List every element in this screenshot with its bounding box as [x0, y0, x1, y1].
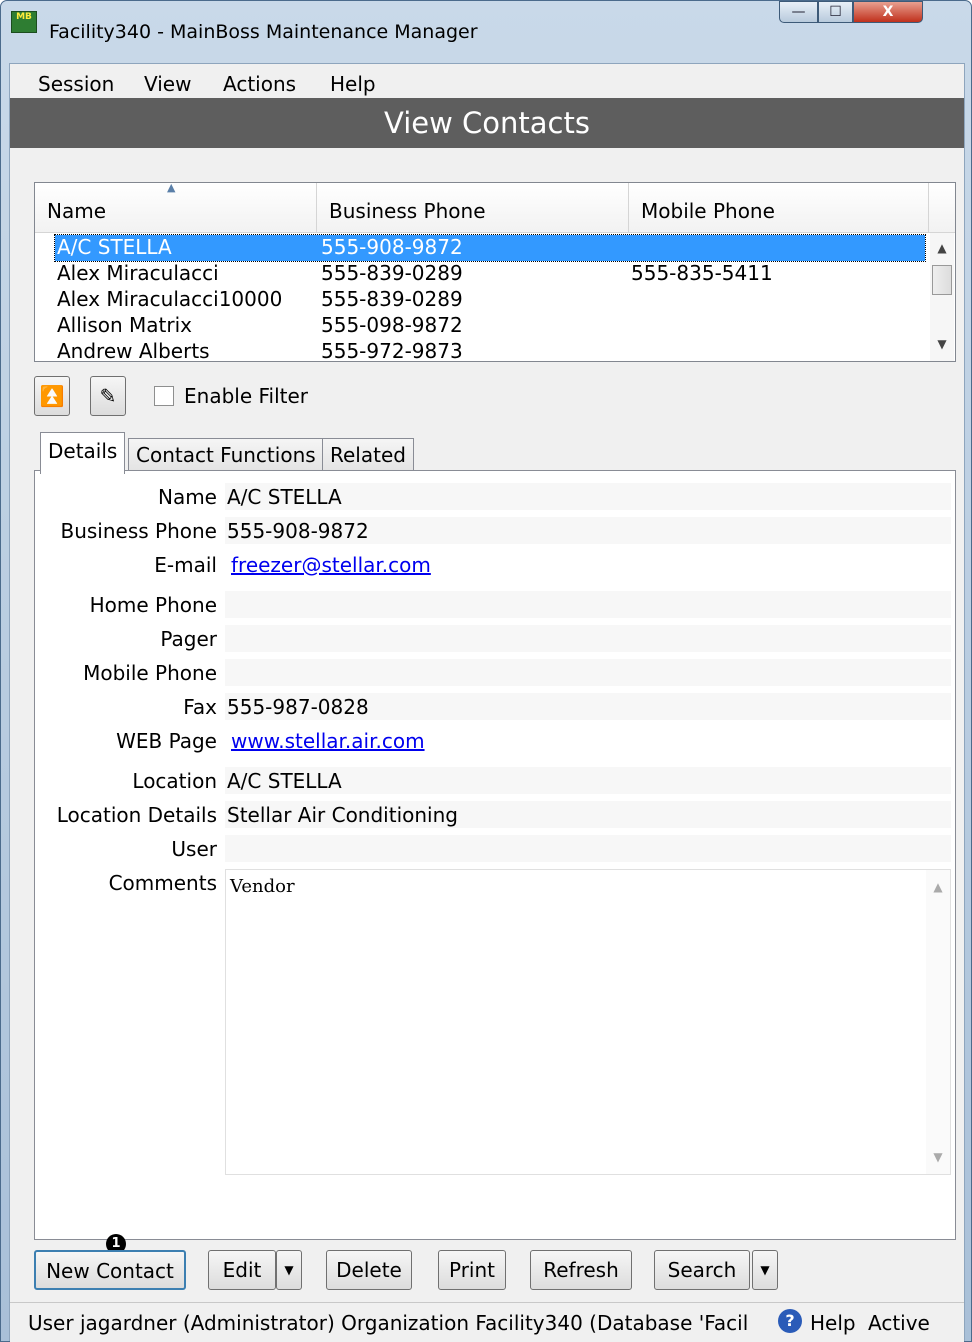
- cell-name: Andrew Alberts: [57, 339, 210, 361]
- web-page-label: WEB Page: [116, 729, 217, 753]
- tab-contact-functions[interactable]: Contact Functions: [128, 438, 324, 472]
- pencil-icon: ✎: [99, 384, 117, 408]
- cell-business-phone: 555-098-9872: [321, 313, 463, 337]
- cell-business-phone: 555-839-0289: [321, 261, 463, 285]
- cell-mobile-phone: 555-835-5411: [631, 261, 773, 285]
- enable-filter-checkbox[interactable]: [154, 386, 174, 406]
- business-phone-field[interactable]: 555-908-9872: [225, 517, 951, 545]
- help-icon[interactable]: ?: [778, 1309, 802, 1333]
- refresh-button[interactable]: Refresh: [530, 1250, 632, 1290]
- scroll-up-arrow-icon[interactable]: ▲: [926, 880, 950, 894]
- table-row[interactable]: A/C STELLA 555-908-9872: [54, 234, 926, 262]
- table-row[interactable]: Allison Matrix 555-098-9872: [55, 313, 925, 339]
- column-header-mobile-phone[interactable]: Mobile Phone: [629, 183, 929, 233]
- menu-actions[interactable]: Actions: [223, 72, 296, 96]
- mobile-phone-label: Mobile Phone: [83, 661, 217, 685]
- cell-business-phone: 555-908-9872: [321, 235, 463, 259]
- chevron-down-icon: ▼: [760, 1263, 770, 1277]
- chevron-down-icon: ▼: [284, 1263, 294, 1277]
- user-label: User: [171, 837, 217, 861]
- double-up-arrow-icon: ⏫: [39, 384, 65, 408]
- web-page-field: www.stellar.air.com: [225, 727, 951, 755]
- list-scrollbar[interactable]: ▲ ▼: [930, 233, 954, 361]
- table-row[interactable]: Andrew Alberts 555-972-9873: [55, 339, 925, 361]
- mobile-phone-field[interactable]: [225, 659, 951, 687]
- close-button[interactable]: X: [853, 1, 923, 23]
- enable-filter-label: Enable Filter: [184, 384, 309, 408]
- collapse-up-button[interactable]: ⏫: [34, 376, 70, 416]
- name-label: Name: [157, 485, 217, 509]
- detail-tabs: Details Contact Functions Related: [34, 432, 954, 474]
- menu-bar: Session View Actions Help: [10, 64, 964, 98]
- sort-ascending-icon: ▲: [167, 181, 176, 194]
- location-field[interactable]: A/C STELLA: [225, 767, 951, 795]
- pager-field[interactable]: [225, 625, 951, 653]
- comments-textarea[interactable]: Vendor ▲ ▼: [225, 869, 951, 1175]
- mainboss-app-icon: MB: [11, 11, 37, 33]
- scroll-down-arrow-icon[interactable]: ▼: [926, 1150, 950, 1164]
- edit-filter-button[interactable]: ✎: [90, 376, 126, 416]
- cell-business-phone: 555-972-9873: [321, 339, 463, 361]
- menu-help[interactable]: Help: [330, 72, 376, 96]
- tab-details[interactable]: Details: [40, 432, 126, 474]
- table-row[interactable]: Alex Miraculacci10000 555-839-0289: [55, 287, 925, 313]
- scroll-thumb[interactable]: [932, 265, 952, 295]
- comments-label: Comments: [108, 871, 217, 895]
- cell-name: Allison Matrix: [57, 313, 193, 337]
- search-dropdown-button[interactable]: ▼: [752, 1250, 778, 1290]
- email-field: freezer@stellar.com: [225, 551, 951, 579]
- column-header-name[interactable]: ▲ Name: [35, 181, 317, 233]
- comments-text: Vendor: [230, 876, 295, 897]
- delete-button[interactable]: Delete: [326, 1250, 412, 1290]
- details-panel: Name A/C STELLA Business Phone 555-908-9…: [34, 470, 956, 1240]
- client-area: Session View Actions Help View Contacts …: [9, 63, 965, 1342]
- edit-button[interactable]: Edit: [208, 1250, 276, 1290]
- location-label: Location: [132, 769, 217, 793]
- list-header: ▲ Name Business Phone Mobile Phone: [35, 181, 955, 233]
- menu-session[interactable]: Session: [38, 72, 114, 96]
- cell-business-phone: 555-839-0289: [321, 287, 463, 311]
- minimize-button[interactable]: —: [779, 1, 818, 23]
- window-title: Facility340 - MainBoss Maintenance Manag…: [49, 21, 478, 43]
- main-window: MB Facility340 - MainBoss Maintenance Ma…: [0, 0, 972, 1342]
- column-header-business-phone[interactable]: Business Phone: [317, 183, 629, 233]
- status-active: Active: [868, 1311, 930, 1335]
- cell-name: Alex Miraculacci: [57, 261, 219, 285]
- maximize-button[interactable]: ☐: [818, 1, 853, 23]
- page-title: View Contacts: [10, 98, 964, 148]
- name-field[interactable]: A/C STELLA: [225, 483, 951, 511]
- pager-label: Pager: [160, 627, 217, 651]
- status-help[interactable]: Help: [810, 1311, 856, 1335]
- fax-label: Fax: [183, 695, 217, 719]
- email-link[interactable]: freezer@stellar.com: [227, 553, 431, 577]
- status-user-info: User jagardner (Administrator) Organizat…: [28, 1311, 748, 1335]
- title-bar[interactable]: MB Facility340 - MainBoss Maintenance Ma…: [1, 1, 971, 43]
- new-contact-button[interactable]: New Contact: [34, 1250, 186, 1290]
- web-page-link[interactable]: www.stellar.air.com: [227, 729, 425, 753]
- comments-scrollbar[interactable]: ▲ ▼: [926, 870, 950, 1174]
- tab-related[interactable]: Related: [322, 438, 414, 472]
- search-button[interactable]: Search: [654, 1250, 750, 1290]
- table-row[interactable]: Alex Miraculacci 555-839-0289 555-835-54…: [55, 261, 925, 287]
- edit-dropdown-button[interactable]: ▼: [276, 1250, 302, 1290]
- home-phone-field[interactable]: [225, 591, 951, 619]
- list-toolbar: ⏫ ✎ Enable Filter: [34, 376, 954, 416]
- cell-name: Alex Miraculacci10000: [57, 287, 283, 311]
- cell-name: A/C STELLA: [57, 235, 172, 259]
- email-label: E-mail: [154, 553, 217, 577]
- contacts-list[interactable]: ▲ Name Business Phone Mobile Phone A/C S…: [34, 181, 956, 362]
- status-bar: User jagardner (Administrator) Organizat…: [10, 1302, 964, 1342]
- scroll-up-arrow-icon[interactable]: ▲: [930, 241, 954, 255]
- location-details-field[interactable]: Stellar Air Conditioning: [225, 801, 951, 829]
- scroll-down-arrow-icon[interactable]: ▼: [930, 337, 954, 351]
- print-button[interactable]: Print: [438, 1250, 506, 1290]
- action-buttons: 1 New Contact Edit ▼ Delete Print Refres…: [34, 1234, 954, 1300]
- business-phone-label: Business Phone: [60, 519, 217, 543]
- user-field[interactable]: [225, 835, 951, 863]
- menu-view[interactable]: View: [144, 72, 191, 96]
- home-phone-label: Home Phone: [89, 593, 217, 617]
- column-label: Name: [47, 199, 107, 223]
- fax-field[interactable]: 555-987-0828: [225, 693, 951, 721]
- location-details-label: Location Details: [56, 803, 217, 827]
